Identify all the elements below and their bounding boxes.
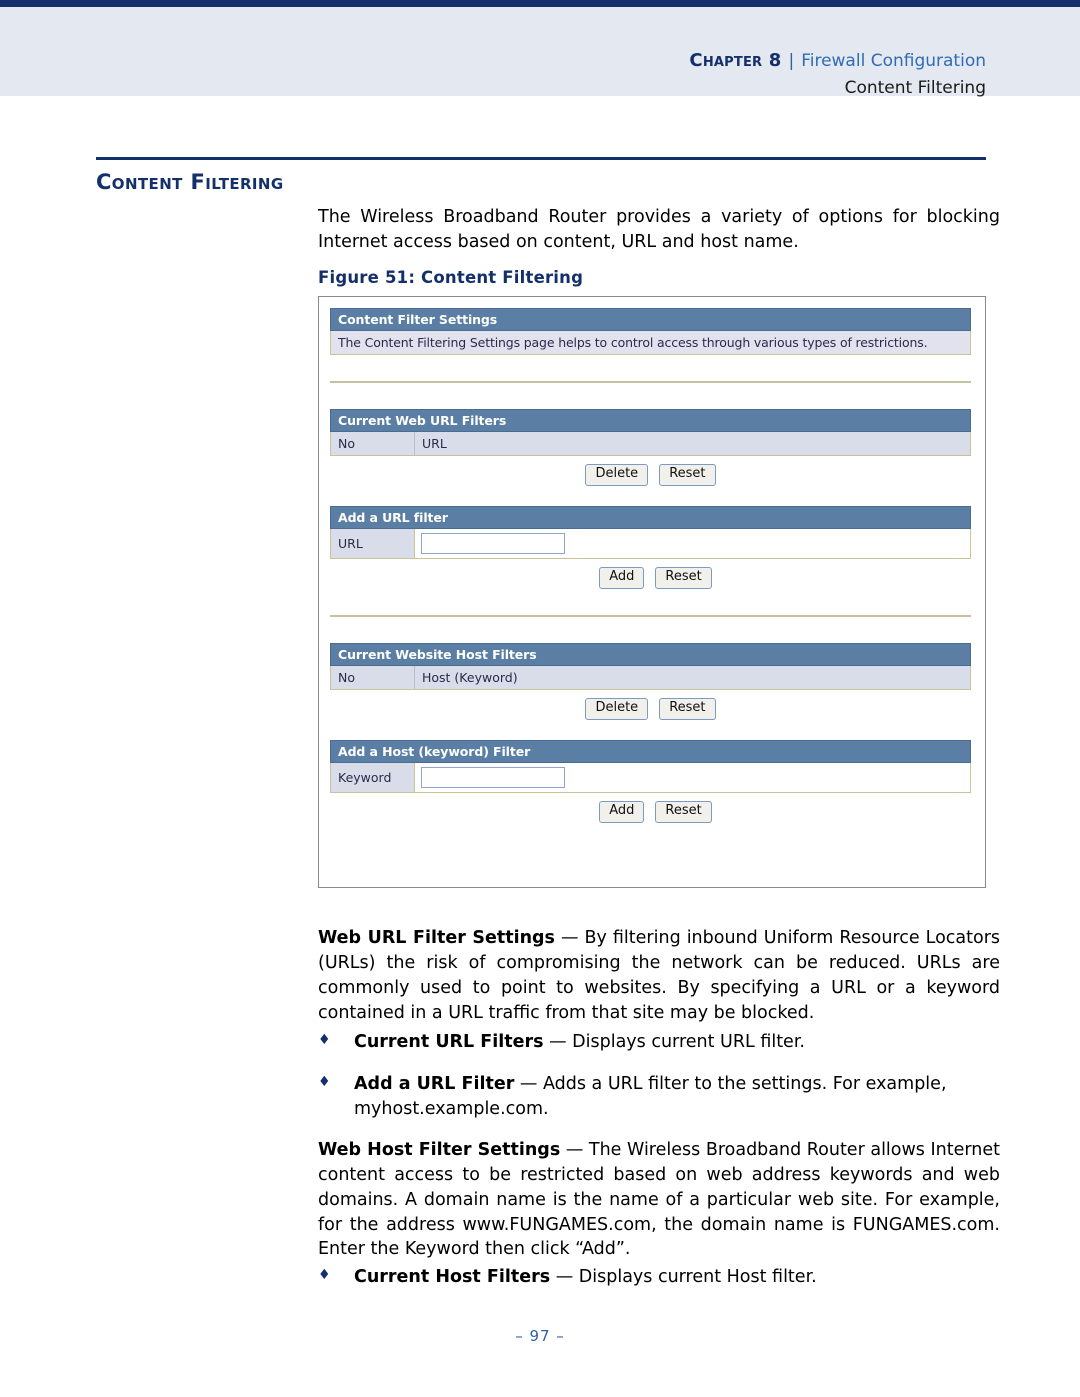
panel-header-content-filter-settings: Content Filter Settings [330, 308, 971, 331]
dash: — [550, 1267, 579, 1287]
table-row-url-headers: No URL [330, 432, 971, 456]
term-web-host-filter-settings: Web Host Filter Settings [318, 1140, 561, 1160]
header-separator: | [788, 51, 795, 71]
reset-host-filter-button[interactable]: Reset [659, 697, 716, 720]
web-host-filter-settings-block: Web Host Filter Settings — The Wireless … [318, 1138, 1000, 1262]
figure-content-filtering: Content Filter Settings The Content Filt… [318, 296, 986, 888]
add-url-actions: Add Reset [330, 559, 971, 589]
list-item: ♦ Current Host Filters — Displays curren… [318, 1265, 1000, 1290]
add-host-filter-row: Keyword [330, 762, 971, 793]
table-row-host-headers: No Host (Keyword) [330, 665, 971, 690]
bullet-current-url-filters: ♦ Current URL Filters — Displays current… [318, 1030, 1000, 1055]
diamond-bullet-icon: ♦ [318, 1074, 331, 1090]
add-host-button[interactable]: Add [599, 800, 645, 823]
panel-header-current-website-host-filters: Current Website Host Filters [330, 642, 971, 666]
column-header-no-host: No [331, 665, 415, 689]
intro-paragraph: The Wireless Broadband Router provides a… [318, 207, 1000, 252]
panel-header-current-web-url-filters: Current Web URL Filters [330, 409, 971, 432]
column-header-host-keyword: Host (Keyword) [422, 669, 518, 685]
running-head-line-1: Chapter 8 | Firewall Configuration [689, 49, 986, 74]
intro-paragraph-block: The Wireless Broadband Router provides a… [318, 205, 1000, 255]
page-header: Chapter 8 | Firewall Configuration Content… [0, 0, 1080, 98]
dash: — [560, 1140, 589, 1160]
current-url-filters-text: Displays current URL filter. [572, 1032, 805, 1052]
term-add-a-url-filter: Add a URL Filter [354, 1074, 515, 1094]
running-head: Chapter 8 | Firewall Configuration Content… [689, 49, 986, 100]
column-header-no: No [331, 432, 415, 455]
dash: — [554, 928, 585, 948]
web-url-filter-settings-paragraph: Web URL Filter Settings — By filtering i… [318, 926, 1000, 1025]
term-current-url-filters: Current URL Filters [354, 1032, 544, 1052]
list-item: ♦ Current URL Filters — Displays current… [318, 1030, 1000, 1055]
delete-host-filter-button[interactable]: Delete [585, 697, 649, 720]
label-keyword: Keyword [331, 762, 415, 792]
term-current-host-filters: Current Host Filters [354, 1267, 551, 1287]
delete-url-filter-button[interactable]: Delete [585, 464, 649, 486]
column-header-url: URL [422, 436, 447, 451]
add-url-button[interactable]: Add [599, 566, 645, 589]
url-input-cell [415, 529, 970, 558]
reset-add-host-button[interactable]: Reset [655, 800, 712, 823]
bullet-current-host-filters: ♦ Current Host Filters — Displays curren… [318, 1265, 1000, 1290]
chapter-title: Firewall Configuration [801, 51, 986, 71]
reset-add-url-button[interactable]: Reset [655, 566, 712, 589]
dash: — [543, 1032, 573, 1052]
panel-header-add-a-url-filter: Add a URL filter [330, 505, 971, 529]
dash: — [514, 1074, 543, 1094]
section-rule [96, 157, 986, 160]
page-footer: – 97 – [0, 1327, 1080, 1345]
label-url: URL [331, 528, 415, 558]
web-url-filter-settings-block: Web URL Filter Settings — By filtering i… [318, 926, 1000, 1025]
keyword-input-cell [415, 763, 970, 792]
add-host-actions: Add Reset [330, 793, 971, 823]
list-item-text: Add a URL Filter — Adds a URL filter to … [354, 1072, 1000, 1122]
page-title: Content Filtering [96, 170, 284, 194]
term-web-url-filter-settings: Web URL Filter Settings [318, 928, 555, 948]
panel-header-add-a-host-filter: Add a Host (keyword) Filter [330, 739, 971, 763]
content-filter-description: The Content Filtering Settings page help… [330, 331, 971, 355]
add-url-filter-row: URL [330, 528, 971, 559]
diamond-bullet-icon: ♦ [318, 1267, 331, 1283]
current-host-filters-text: Displays current Host filter. [578, 1267, 817, 1287]
web-host-filter-settings-paragraph: Web Host Filter Settings — The Wireless … [318, 1138, 1000, 1262]
running-head-subtitle: Content Filtering [844, 77, 986, 98]
list-item-text: Current Host Filters — Displays current … [354, 1265, 1000, 1290]
figure-caption: Figure 51: Content Filtering [318, 268, 584, 287]
keyword-input[interactable] [421, 766, 565, 788]
reset-url-filter-button[interactable]: Reset [659, 464, 716, 486]
page-number: – 97 – [515, 1327, 565, 1345]
list-item: ♦ Add a URL Filter — Adds a URL filter t… [318, 1072, 1000, 1122]
list-item-text: Current URL Filters — Displays current U… [354, 1030, 1000, 1055]
router-admin-ui: Content Filter Settings The Content Filt… [330, 308, 971, 823]
host-filter-actions: Delete Reset [330, 690, 971, 720]
url-filter-actions: Delete Reset [330, 456, 971, 486]
url-input[interactable] [421, 532, 565, 554]
diamond-bullet-icon: ♦ [318, 1032, 331, 1048]
chapter-label: Chapter 8 [689, 50, 782, 71]
bullet-add-a-url-filter: ♦ Add a URL Filter — Adds a URL filter t… [318, 1072, 1000, 1122]
